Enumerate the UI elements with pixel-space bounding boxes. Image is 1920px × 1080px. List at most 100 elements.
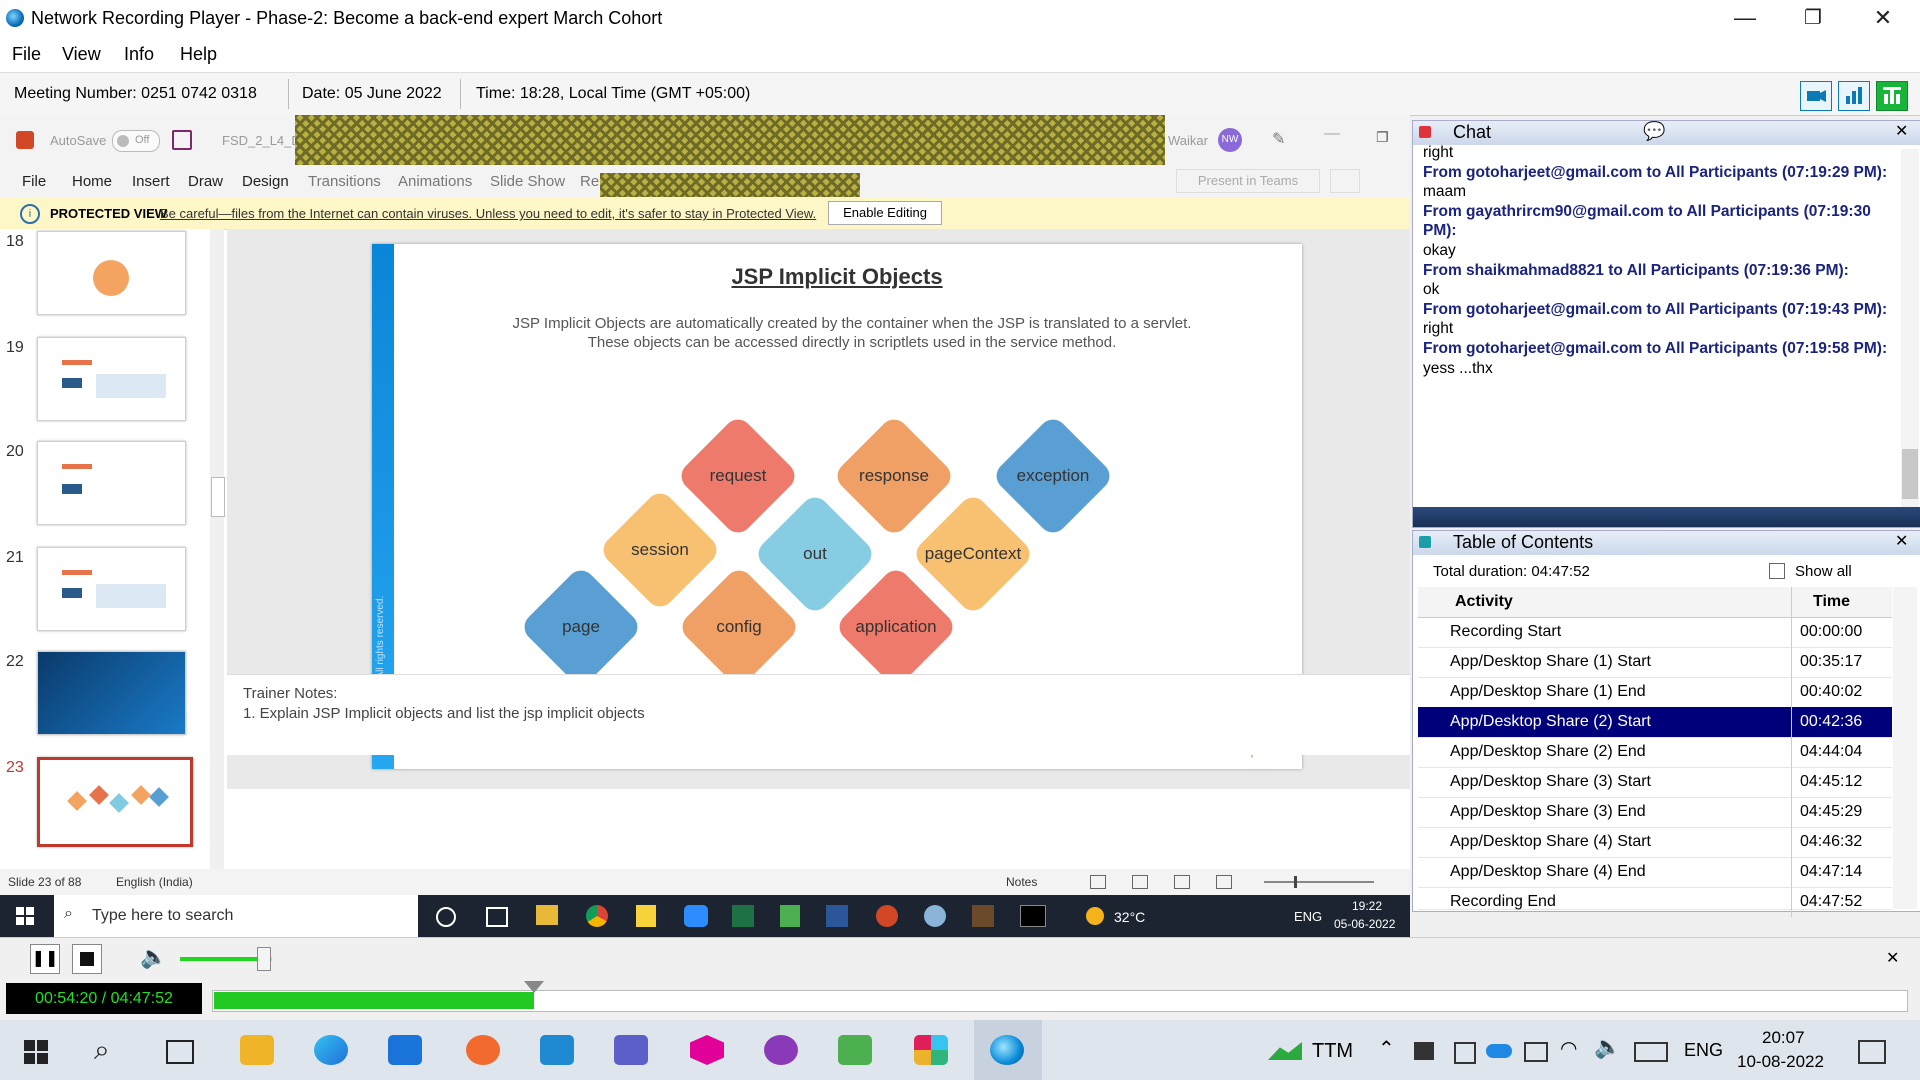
zoom-slider[interactable] [1264,876,1374,888]
minimize-button[interactable]: — [1720,4,1770,32]
vscode-icon[interactable] [540,1035,574,1065]
ribbon-tab-animations[interactable]: Animations [398,173,472,190]
slide-thumbnail[interactable] [37,547,186,631]
slide-thumbnail-current[interactable] [37,757,193,847]
notepad-taskbar-icon[interactable] [838,1035,872,1065]
edge-icon[interactable] [314,1035,348,1065]
onedrive-icon[interactable] [1486,1044,1512,1058]
word-icon[interactable] [826,905,848,927]
col-activity[interactable]: Activity [1455,593,1513,611]
stop-button[interactable] [72,944,102,974]
toc-row[interactable]: App/Desktop Share (4) Start 04:46:32 [1418,827,1892,858]
keyboard-icon[interactable] [1634,1042,1668,1062]
postman-icon[interactable] [466,1035,500,1065]
taskbar-search[interactable]: ⌕ Type here to search [54,895,418,937]
speaker-icon[interactable]: 🔈 [1594,1034,1621,1060]
toc-row[interactable]: App/Desktop Share (1) Start 00:35:17 [1418,647,1892,678]
tray-camera-icon[interactable] [1454,1042,1476,1064]
seek-handle[interactable] [524,981,544,993]
slideshow-icon[interactable] [1216,875,1232,889]
notes-pane[interactable]: Trainer Notes: 1. Explain JSP Implicit o… [227,674,1410,755]
language-indicator[interactable]: ENG [1684,1040,1723,1061]
chrome-icon[interactable] [586,905,608,927]
task-view-icon[interactable] [486,907,508,927]
menu-view[interactable]: View [62,44,101,65]
slack-icon[interactable] [914,1035,948,1065]
ribbon-tab-slideshow[interactable]: Slide Show [490,173,565,190]
wifi-icon[interactable]: ◠ [1560,1036,1577,1061]
chat-scrollbar[interactable] [1901,149,1919,509]
task-view-taskbar-icon[interactable] [166,1040,194,1064]
user-avatar[interactable]: NW [1218,128,1242,152]
slide-thumbnail[interactable] [37,651,186,735]
notes-toggle[interactable]: Notes [1006,875,1037,889]
toc-row[interactable]: Recording Start 00:00:00 [1418,617,1892,648]
search-taskbar-icon[interactable]: ⌕ [94,1034,110,1067]
start-icon[interactable] [24,1040,48,1064]
windows-start-icon[interactable] [16,907,34,925]
video-view-icon[interactable] [1800,81,1832,111]
ribbon-tab-file[interactable]: File [22,173,46,190]
toc-row[interactable]: App/Desktop Share (3) End 04:45:29 [1418,797,1892,828]
recording-player-taskbar-icon[interactable] [990,1035,1024,1065]
ppt-minimize-icon[interactable]: — [1324,125,1340,143]
ribbon-tab-draw[interactable]: Draw [188,173,223,190]
pen-icon[interactable]: ✎ [1272,129,1285,149]
volume-icon[interactable]: 🔈 [140,944,167,970]
menu-help[interactable]: Help [180,44,217,65]
toc-row[interactable]: App/Desktop Share (4) End 04:47:14 [1418,857,1892,888]
teams-icon[interactable] [614,1035,648,1065]
slide-thumbnail[interactable] [37,441,186,525]
menu-info[interactable]: Info [124,44,154,65]
battery-icon[interactable] [1524,1042,1548,1062]
toc-row-selected[interactable]: App/Desktop Share (2) Start 00:42:36 [1418,707,1892,738]
stats-view-icon[interactable] [1838,81,1870,111]
tray-app-icon[interactable] [1414,1042,1434,1060]
enable-editing-button[interactable]: Enable Editing [828,201,942,225]
app-icon-gear[interactable] [972,905,994,927]
clock-date[interactable]: 10-08-2022 [1737,1052,1824,1072]
show-all-checkbox[interactable] [1769,563,1785,579]
language-status[interactable]: English (India) [116,875,193,889]
github-icon[interactable] [764,1035,798,1065]
volume-slider[interactable] [180,947,272,971]
excel-icon[interactable] [732,905,754,927]
close-controls-icon[interactable]: ✕ [1886,948,1899,968]
protected-view-message[interactable]: Be careful—files from the Internet can c… [160,206,816,221]
pause-button[interactable]: ❚❚ [30,944,60,974]
present-in-teams-button[interactable]: Present in Teams [1176,169,1320,193]
slide-thumbnail[interactable] [37,231,186,315]
notepad-icon[interactable] [780,905,800,927]
autosave-toggle[interactable]: Off [112,130,160,152]
menu-file[interactable]: File [12,44,41,65]
ribbon-tab-review[interactable]: Re [580,173,599,190]
thumbnail-scrollbar[interactable] [210,229,225,869]
ppt-restore-icon[interactable]: ❐ [1376,129,1389,146]
slide-thumbnail[interactable] [37,337,186,421]
slide-sorter-icon[interactable] [1132,875,1148,889]
cortana-icon[interactable] [436,907,456,927]
tray-chevron-icon[interactable]: ⌃ [1378,1036,1395,1061]
file-explorer-taskbar-icon[interactable] [240,1035,274,1065]
toc-row[interactable]: App/Desktop Share (1) End 00:40:02 [1418,677,1892,708]
ttm-ticker[interactable]: TTM [1312,1040,1353,1063]
reading-view-icon[interactable] [1174,875,1190,889]
chat-close-icon[interactable]: ✕ [1895,121,1908,141]
toc-scrollbar[interactable] [1893,587,1917,909]
normal-view-icon[interactable] [1090,875,1106,889]
clock-time[interactable]: 20:07 [1762,1028,1805,1048]
ribbon-tab-design[interactable]: Design [242,173,289,190]
close-button[interactable]: ✕ [1858,4,1908,32]
ribbon-tab-home[interactable]: Home [72,173,112,190]
app-icon-misc[interactable] [924,905,946,927]
comment-icon[interactable] [1330,169,1360,193]
graphql-icon[interactable] [690,1035,724,1065]
maximize-button[interactable]: ❐ [1788,4,1838,32]
powerpoint-taskbar-icon[interactable] [876,905,898,927]
mail-icon[interactable] [388,1035,422,1065]
file-explorer-icon[interactable] [536,905,558,925]
terminal-icon[interactable] [1020,905,1046,927]
col-time[interactable]: Time [1813,593,1850,611]
sticky-notes-icon[interactable] [636,905,656,927]
grid-view-icon[interactable] [1876,81,1908,111]
